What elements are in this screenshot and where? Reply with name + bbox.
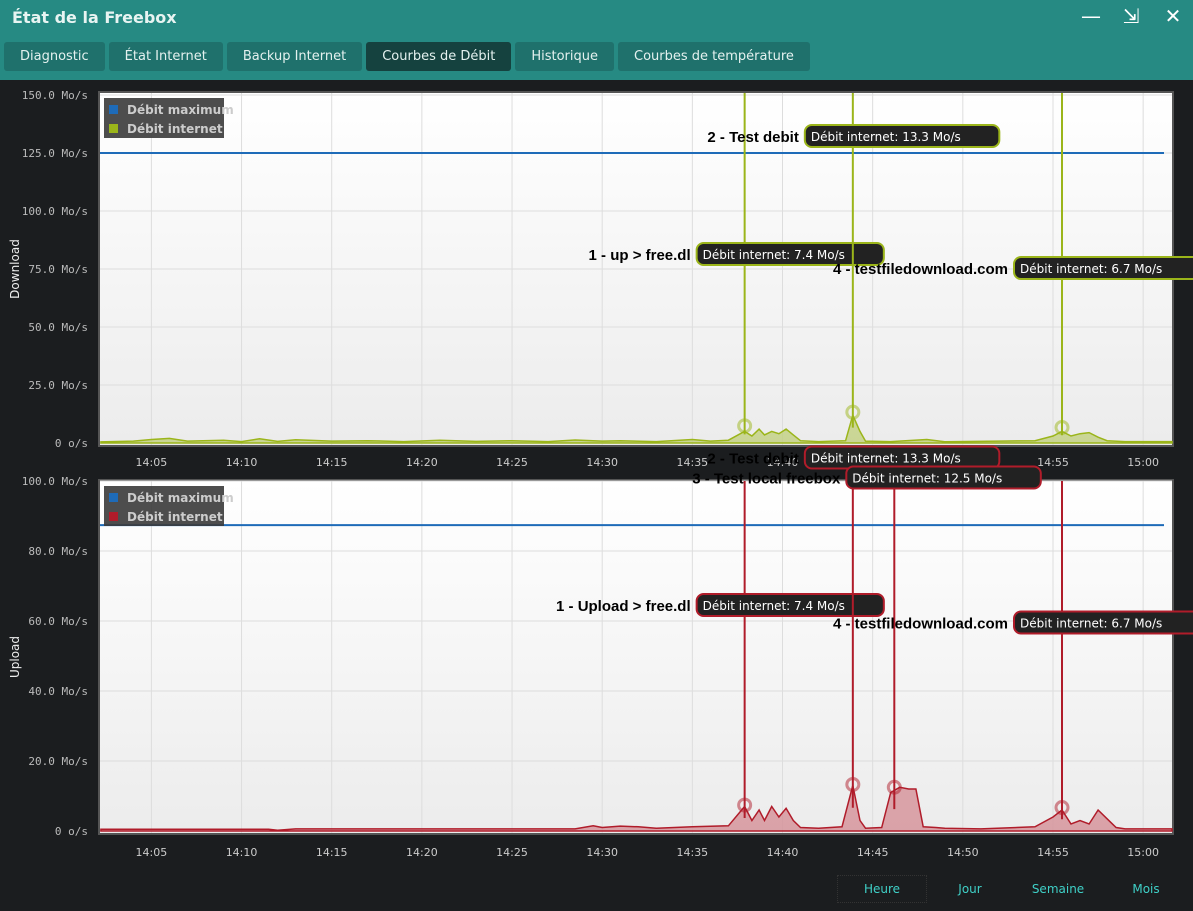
minimize-button[interactable]: — (1076, 4, 1106, 28)
x-tick-label: 14:55 (1037, 846, 1069, 859)
annotation-name: 2 - Test debit (707, 451, 798, 468)
charts-area: 0 o/s 25.0 Mo/s 50.0 Mo/s 75.0 Mo/s 100.0 Mo… (8, 89, 1193, 859)
annotation-name: 2 - Test debit (707, 129, 798, 146)
y-tick-label: 0 o/s (55, 437, 88, 450)
y-tick-label: 0 o/s (55, 825, 88, 838)
range-jour-button[interactable]: Jour (926, 876, 1014, 902)
upload-chart: 0 o/s 20.0 Mo/s 40.0 Mo/s 60.0 Mo/s 80.0 Mo/… (8, 445, 1193, 859)
range-mois-button[interactable]: Mois (1102, 876, 1190, 902)
x-tick-label: 15:00 (1127, 456, 1159, 469)
x-tick-label: 14:30 (586, 456, 618, 469)
legend-swatch (109, 105, 118, 114)
range-selector: Heure Jour Semaine Mois (837, 875, 1190, 903)
legend-swatch (109, 493, 118, 502)
x-tick-label: 14:50 (947, 846, 979, 859)
y-axis-label: Upload (8, 636, 22, 678)
legend-label: Débit internet (127, 122, 223, 136)
x-tick-label: 14:35 (676, 456, 708, 469)
x-tick-label: 14:25 (496, 456, 528, 469)
y-tick-label: 20.0 Mo/s (28, 755, 88, 768)
x-tick-label: 15:00 (1127, 846, 1159, 859)
annotation-tooltip-text: Débit internet: 6.7 Mo/s (1020, 617, 1162, 631)
range-semaine-button[interactable]: Semaine (1014, 876, 1102, 902)
legend: Débit maximum Débit internet (104, 98, 234, 138)
x-tick-label: 14:10 (226, 846, 258, 859)
annotation-name: 4 - testfiledownload.com (833, 616, 1008, 633)
download-chart: 0 o/s 25.0 Mo/s 50.0 Mo/s 75.0 Mo/s 100.0 Mo… (8, 89, 1193, 469)
legend: Débit maximum Débit internet (104, 486, 234, 526)
tab-backup-internet[interactable]: Backup Internet (226, 42, 363, 71)
restore-button[interactable]: ⇲ (1116, 4, 1146, 28)
annotation-tooltip-text: Débit internet: 13.3 Mo/s (811, 452, 961, 466)
x-tick-label: 14:55 (1037, 456, 1069, 469)
y-tick-label: 80.0 Mo/s (28, 545, 88, 558)
legend-label: Débit maximum (127, 491, 234, 505)
x-tick-label: 14:15 (316, 846, 348, 859)
x-tick-label: 14:25 (496, 846, 528, 859)
legend-label: Débit internet (127, 510, 223, 524)
annotation-name: 4 - testfiledownload.com (833, 261, 1008, 278)
plot-background (100, 481, 1172, 833)
y-tick-label: 60.0 Mo/s (28, 615, 88, 628)
window-title: État de la Freebox (12, 8, 177, 27)
y-tick-label: 150.0 Mo/s (22, 89, 88, 102)
annotation-name: 3 - Test local freebox (692, 471, 841, 488)
y-tick-label: 100.0 Mo/s (22, 205, 88, 218)
legend-label: Débit maximum (127, 103, 234, 117)
x-tick-label: 14:10 (226, 456, 258, 469)
close-button[interactable]: ✕ (1158, 4, 1188, 28)
annotation-tooltip-text: Débit internet: 7.4 Mo/s (703, 599, 845, 613)
legend-swatch (109, 512, 118, 521)
tab-courbes-temperature[interactable]: Courbes de température (618, 42, 810, 71)
tab-historique[interactable]: Historique (515, 42, 615, 71)
x-tick-label: 14:20 (406, 456, 438, 469)
annotation-name: 1 - up > free.dl (589, 247, 691, 264)
x-tick-label: 14:45 (857, 846, 889, 859)
tab-courbes-debit[interactable]: Courbes de Débit (366, 42, 512, 71)
y-tick-label: 25.0 Mo/s (28, 379, 88, 392)
legend-swatch (109, 124, 118, 133)
tab-bar: Diagnostic État Internet Backup Internet… (4, 42, 810, 71)
tab-etat-internet[interactable]: État Internet (108, 42, 223, 71)
y-tick-label: 40.0 Mo/s (28, 685, 88, 698)
x-tick-label: 14:30 (586, 846, 618, 859)
x-tick-label: 14:35 (676, 846, 708, 859)
y-tick-label: 125.0 Mo/s (22, 147, 88, 160)
annotation-tooltip-text: Débit internet: 6.7 Mo/s (1020, 262, 1162, 276)
annotation-name: 1 - Upload > free.dl (556, 598, 691, 615)
tab-diagnostic[interactable]: Diagnostic (4, 42, 105, 71)
annotation-tooltip-text: Débit internet: 7.4 Mo/s (703, 248, 845, 262)
x-tick-label: 14:40 (767, 846, 799, 859)
annotation-tooltip-text: Débit internet: 13.3 Mo/s (811, 130, 961, 144)
x-tick-label: 14:05 (136, 846, 168, 859)
y-tick-label: 75.0 Mo/s (28, 263, 88, 276)
title-bar: État de la Freebox — ⇲ ✕ Diagnostic État… (0, 0, 1193, 80)
y-axis-label: Download (8, 239, 22, 299)
y-tick-label: 50.0 Mo/s (28, 321, 88, 334)
range-heure-button[interactable]: Heure (837, 875, 927, 903)
x-tick-label: 14:05 (136, 456, 168, 469)
x-tick-label: 14:20 (406, 846, 438, 859)
y-tick-label: 100.0 Mo/s (22, 475, 88, 488)
x-tick-label: 14:15 (316, 456, 348, 469)
annotation-tooltip-text: Débit internet: 12.5 Mo/s (852, 472, 1002, 486)
